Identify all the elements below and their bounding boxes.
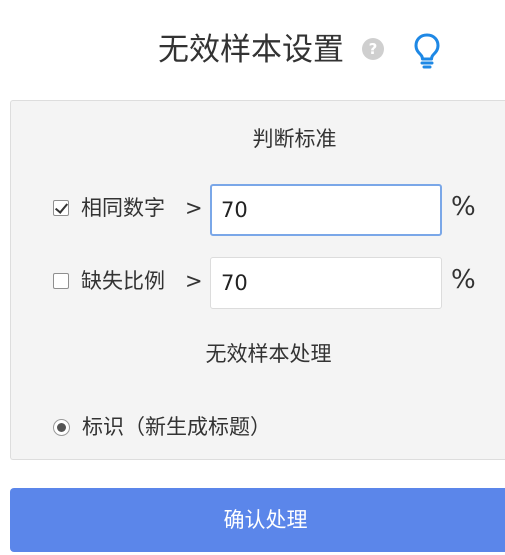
mark-option-label: 标识（新生成标题） [82,415,271,439]
processing-section-title: 无效样本处理 [205,342,332,366]
mark-option-radio[interactable] [53,419,70,436]
lightbulb-icon[interactable] [412,32,442,70]
missing-ratio-row: 缺失比例 > % [53,257,493,309]
same-number-operator: > [185,196,203,220]
same-number-threshold-input[interactable] [210,184,442,236]
same-number-label: 相同数字 [81,196,165,220]
missing-ratio-threshold-input[interactable] [210,257,442,309]
missing-ratio-operator: > [185,269,203,293]
invalid-sample-settings-page: 无效样本设置 ? 判断标准 相同数字 > % 缺失比例 > % 无效样本处理 [0,0,505,555]
mark-option-row[interactable]: 标识（新生成标题） [53,412,353,442]
page-title: 无效样本设置 [158,32,344,68]
missing-ratio-label: 缺失比例 [81,269,165,293]
settings-panel: 判断标准 相同数字 > % 缺失比例 > % 无效样本处理 标识（新生成标题） [10,100,505,460]
help-icon[interactable]: ? [362,38,384,60]
criteria-section-title: 判断标准 [252,127,337,151]
confirm-button[interactable]: 确认处理 [10,488,505,552]
same-number-checkbox[interactable] [53,200,69,216]
header: 无效样本设置 ? [0,26,505,76]
missing-ratio-unit: % [451,265,476,295]
same-number-unit: % [451,192,476,222]
lightbulb-icon-svg [414,33,440,69]
missing-ratio-checkbox[interactable] [53,273,69,289]
same-number-row: 相同数字 > % [53,184,493,236]
